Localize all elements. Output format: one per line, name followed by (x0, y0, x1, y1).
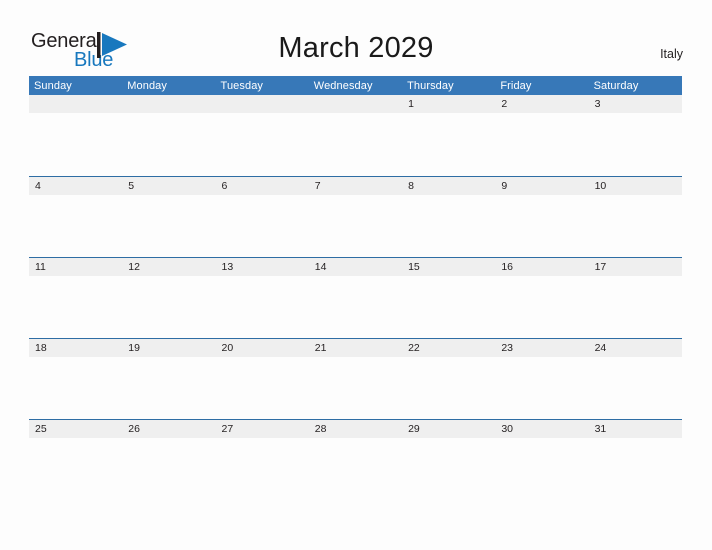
page-title: March 2029 (278, 32, 434, 64)
date-number[interactable] (122, 95, 215, 113)
date-number[interactable]: 6 (216, 177, 309, 195)
day-cell[interactable] (309, 276, 402, 338)
week-date-band: 11 12 13 14 15 16 17 (29, 258, 682, 276)
date-number[interactable]: 12 (122, 258, 215, 276)
weekday-header-monday: Monday (127, 79, 167, 92)
week-date-band: 4 5 6 7 8 9 10 (29, 177, 682, 195)
date-number[interactable]: 23 (495, 339, 588, 357)
date-number[interactable]: 13 (216, 258, 309, 276)
weekday-header-thursday: Thursday (407, 79, 454, 92)
date-number[interactable]: 18 (29, 339, 122, 357)
date-number[interactable]: 1 (402, 95, 495, 113)
day-cell[interactable] (402, 276, 495, 338)
locale-label: Italy (660, 47, 683, 61)
weekday-header-sunday: Sunday (34, 79, 72, 92)
day-cell[interactable] (309, 438, 402, 500)
date-number[interactable]: 21 (309, 339, 402, 357)
week-row: 18 19 20 21 22 23 24 (29, 338, 682, 419)
day-cell[interactable] (216, 357, 309, 419)
day-cell[interactable] (309, 195, 402, 257)
date-number[interactable]: 9 (495, 177, 588, 195)
day-cell[interactable] (495, 195, 588, 257)
day-cell[interactable] (589, 114, 682, 176)
week-day-body (29, 114, 682, 176)
day-cell[interactable] (589, 195, 682, 257)
date-number[interactable]: 24 (589, 339, 682, 357)
day-cell[interactable] (402, 195, 495, 257)
weekday-header-saturday: Saturday (593, 79, 639, 92)
day-cell[interactable] (402, 114, 495, 176)
day-cell[interactable] (122, 114, 215, 176)
date-number[interactable]: 30 (495, 420, 588, 438)
week-row: 25 26 27 28 29 30 31 (29, 419, 682, 500)
date-number[interactable]: 8 (402, 177, 495, 195)
weekday-header-tuesday: Tuesday (220, 79, 264, 92)
date-number[interactable]: 5 (122, 177, 215, 195)
date-number[interactable]: 31 (589, 420, 682, 438)
day-cell[interactable] (495, 438, 588, 500)
day-cell[interactable] (589, 438, 682, 500)
date-number[interactable]: 11 (29, 258, 122, 276)
date-number[interactable]: 20 (216, 339, 309, 357)
day-cell[interactable] (216, 276, 309, 338)
date-number[interactable]: 22 (402, 339, 495, 357)
day-cell[interactable] (122, 357, 215, 419)
week-day-body (29, 195, 682, 257)
day-cell[interactable] (402, 357, 495, 419)
day-cell[interactable] (216, 114, 309, 176)
day-cell[interactable] (29, 114, 122, 176)
date-number[interactable]: 25 (29, 420, 122, 438)
date-number[interactable] (309, 95, 402, 113)
week-date-band: 1 2 3 (29, 95, 682, 113)
weekday-header-wednesday: Wednesday (313, 79, 373, 92)
date-number[interactable]: 27 (216, 420, 309, 438)
week-day-body (29, 276, 682, 338)
date-number[interactable]: 2 (495, 95, 588, 113)
date-number[interactable]: 16 (495, 258, 588, 276)
weekday-header-row: Sunday Monday Tuesday Wednesday Thursday… (29, 76, 682, 95)
day-cell[interactable] (216, 438, 309, 500)
date-number[interactable]: 4 (29, 177, 122, 195)
day-cell[interactable] (402, 438, 495, 500)
date-number[interactable]: 3 (589, 95, 682, 113)
day-cell[interactable] (495, 276, 588, 338)
day-cell[interactable] (122, 276, 215, 338)
week-day-body (29, 438, 682, 500)
calendar-grid: Sunday Monday Tuesday Wednesday Thursday… (29, 76, 682, 500)
day-cell[interactable] (589, 357, 682, 419)
day-cell[interactable] (309, 357, 402, 419)
day-cell[interactable] (495, 357, 588, 419)
week-date-band: 18 19 20 21 22 23 24 (29, 339, 682, 357)
day-cell[interactable] (29, 357, 122, 419)
week-date-band: 25 26 27 28 29 30 31 (29, 420, 682, 438)
day-cell[interactable] (122, 438, 215, 500)
date-number[interactable] (29, 95, 122, 113)
week-day-body (29, 357, 682, 419)
page-header: General Blue March 2029 Italy (0, 0, 712, 76)
week-row: 11 12 13 14 15 16 17 (29, 257, 682, 338)
day-cell[interactable] (589, 276, 682, 338)
date-number[interactable]: 10 (589, 177, 682, 195)
day-cell[interactable] (309, 114, 402, 176)
date-number[interactable]: 29 (402, 420, 495, 438)
date-number[interactable]: 19 (122, 339, 215, 357)
day-cell[interactable] (216, 195, 309, 257)
date-number[interactable]: 26 (122, 420, 215, 438)
day-cell[interactable] (29, 195, 122, 257)
week-row: 1 2 3 (29, 95, 682, 176)
day-cell[interactable] (29, 276, 122, 338)
date-number[interactable]: 17 (589, 258, 682, 276)
date-number[interactable]: 15 (402, 258, 495, 276)
day-cell[interactable] (122, 195, 215, 257)
day-cell[interactable] (495, 114, 588, 176)
date-number[interactable]: 28 (309, 420, 402, 438)
weekday-header-friday: Friday (500, 79, 532, 92)
day-cell[interactable] (29, 438, 122, 500)
week-row: 4 5 6 7 8 9 10 (29, 176, 682, 257)
date-number[interactable]: 14 (309, 258, 402, 276)
date-number[interactable]: 7 (309, 177, 402, 195)
date-number[interactable] (216, 95, 309, 113)
